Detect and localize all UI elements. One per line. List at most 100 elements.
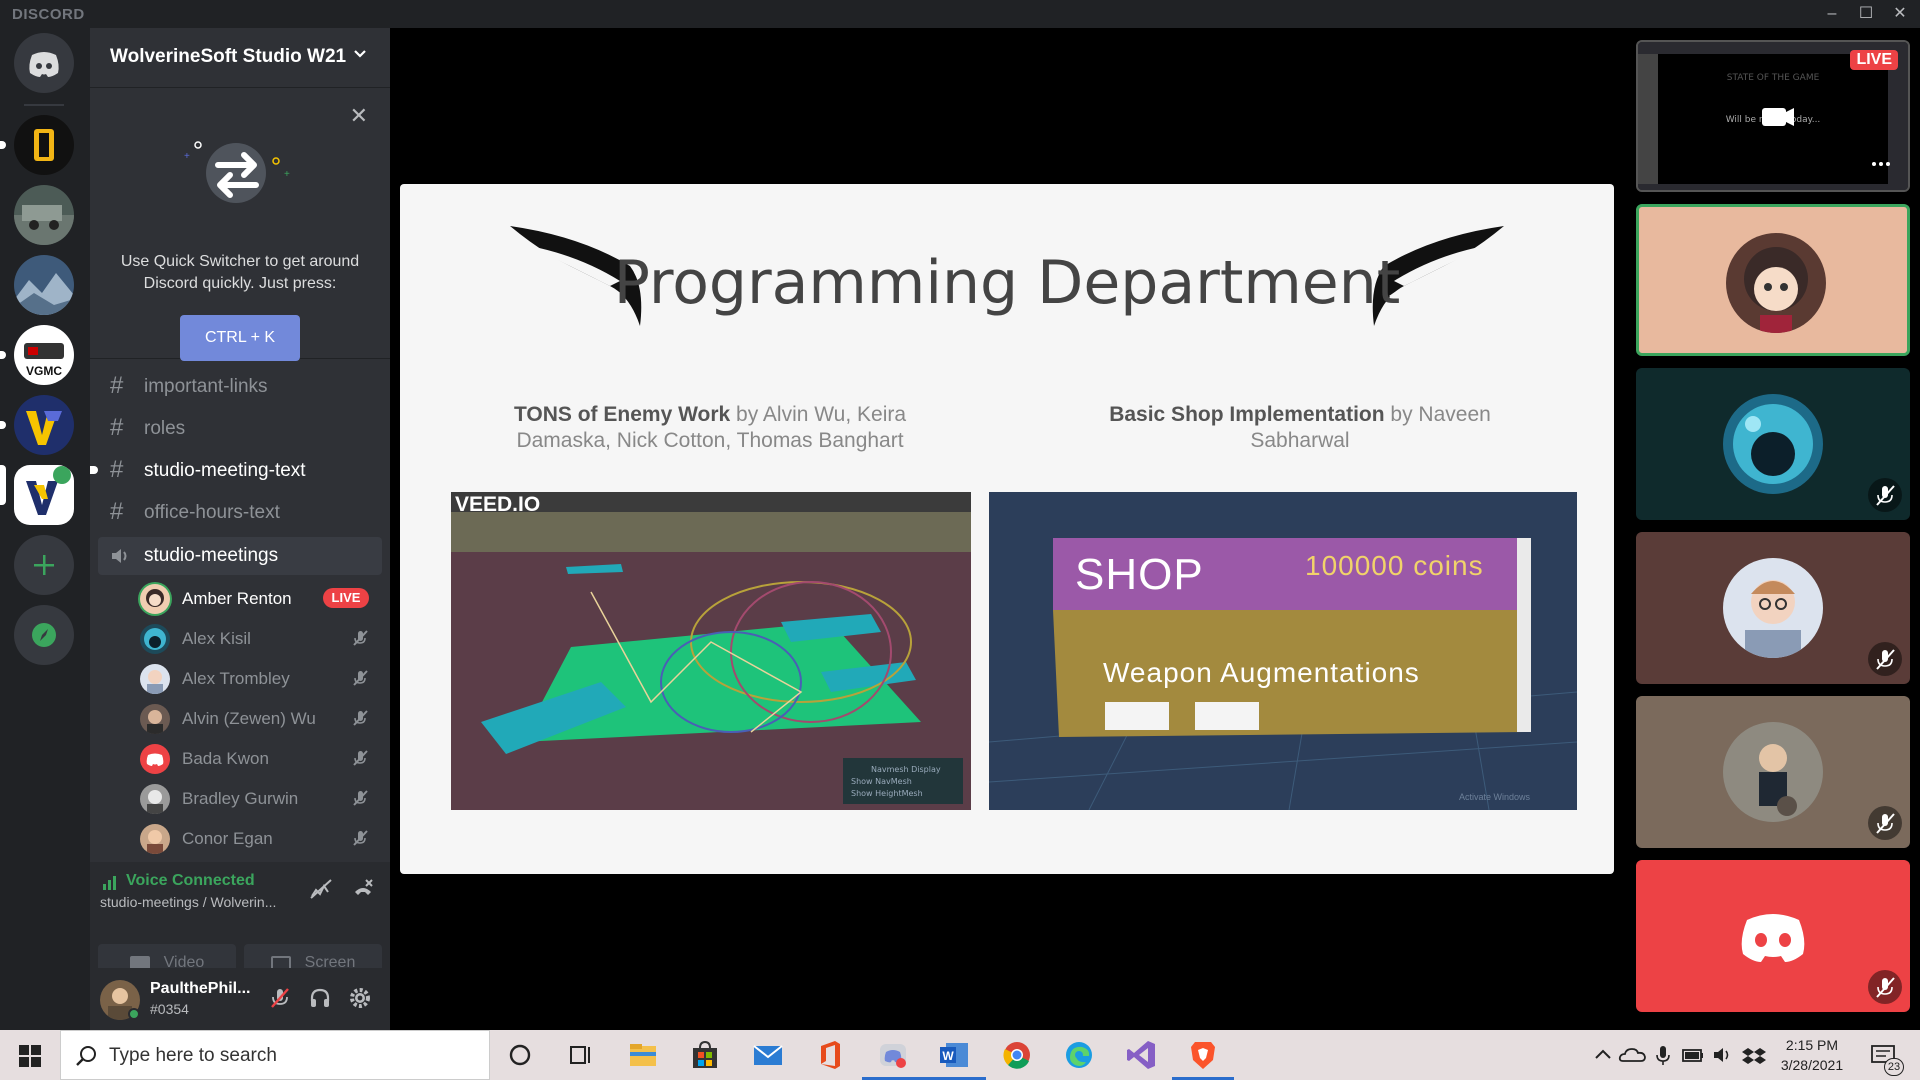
- voice-member[interactable]: Bradley Gurwin: [140, 780, 380, 816]
- avatar: [1723, 394, 1823, 494]
- task-view-icon[interactable]: [564, 1038, 598, 1072]
- explore-servers-button[interactable]: [14, 605, 74, 665]
- noise-suppression-icon[interactable]: [308, 876, 334, 902]
- avatar: [1726, 233, 1826, 333]
- voice-member[interactable]: Bada Kwon: [140, 740, 380, 776]
- voice-member[interactable]: Alex Kisil: [140, 620, 380, 656]
- unread-indicator: [0, 141, 6, 149]
- title-bar: DISCORD – ☐ ✕: [0, 0, 1920, 28]
- maximize-button[interactable]: ☐: [1852, 3, 1880, 25]
- taskbar-search[interactable]: Type here to search: [60, 1030, 490, 1080]
- shop-scene-image: [989, 538, 1577, 810]
- participant-tiles: STATE OF THE GAME Will be rele... today.…: [1636, 28, 1920, 1030]
- muted-mic-icon: [353, 630, 368, 646]
- chrome-icon[interactable]: [1000, 1038, 1034, 1072]
- chevron-up-icon[interactable]: [1586, 1038, 1620, 1072]
- cortana-icon[interactable]: [503, 1038, 537, 1072]
- voice-channel-studio-meetings[interactable]: studio-meetings: [98, 537, 382, 575]
- avatar: [1723, 722, 1823, 822]
- microsoft-store-icon[interactable]: [688, 1038, 722, 1072]
- home-button[interactable]: [14, 33, 74, 93]
- channel-office-hours-text[interactable]: # office-hours-text: [98, 494, 382, 532]
- gear-icon[interactable]: [348, 986, 372, 1010]
- voice-member[interactable]: Alex Trombley: [140, 660, 380, 696]
- headphones-icon[interactable]: [308, 986, 332, 1010]
- word-icon[interactable]: W: [938, 1038, 972, 1072]
- quick-switcher-shortcut-button[interactable]: CTRL + K: [180, 315, 300, 361]
- discord-logo-icon: [29, 52, 59, 77]
- muted-mic-icon: [353, 710, 368, 726]
- voice-member[interactable]: Alvin (Zewen) Wu: [140, 700, 380, 736]
- channel-roles[interactable]: # roles: [98, 410, 382, 448]
- muted-mic-icon[interactable]: [268, 986, 292, 1010]
- muted-mic-icon: [353, 670, 368, 686]
- discord-logo-icon: [1741, 914, 1805, 962]
- shop-coins: 100000 coins: [1305, 550, 1484, 581]
- signal-strength-icon[interactable]: [102, 874, 120, 890]
- windows-logo-icon: [19, 1045, 41, 1067]
- muted-mic-icon: [353, 830, 368, 846]
- participant-tile-speaking[interactable]: [1636, 204, 1910, 356]
- participant-tile[interactable]: [1636, 368, 1910, 520]
- server-icon-1[interactable]: [14, 115, 74, 175]
- server-name: WolverineSoft Studio W21: [110, 46, 347, 67]
- avatar: [140, 784, 170, 814]
- compass-icon: [32, 623, 56, 647]
- participant-tile[interactable]: [1636, 696, 1910, 848]
- speaker-icon: [112, 549, 127, 563]
- avatar: [140, 744, 170, 774]
- channel-studio-meeting-text[interactable]: # studio-meeting-text: [90, 452, 382, 490]
- taskbar-clock[interactable]: 2:15 PM 3/28/2021: [1762, 1035, 1862, 1075]
- file-explorer-icon[interactable]: [626, 1038, 660, 1072]
- voice-member[interactable]: Conor Egan: [140, 820, 380, 856]
- channel-sidebar: WolverineSoft Studio W21 ✕ + + Use Quick…: [90, 28, 390, 1030]
- add-server-button[interactable]: [14, 535, 74, 595]
- right-project-title: Basic Shop Implementation: [1109, 403, 1385, 426]
- veed-watermark: VEED.IO: [455, 493, 541, 516]
- participant-tile[interactable]: [1636, 860, 1910, 1012]
- onedrive-icon[interactable]: [1616, 1038, 1650, 1072]
- minimize-button[interactable]: –: [1818, 3, 1846, 25]
- participant-tile[interactable]: [1636, 532, 1910, 684]
- server-header[interactable]: WolverineSoft Studio W21: [90, 28, 390, 88]
- server-icon-wolverinesoft-studio[interactable]: [14, 465, 74, 525]
- left-project-title: TONS of Enemy Work: [513, 403, 731, 426]
- slide-title: Programming Department: [613, 248, 1401, 318]
- windows-taskbar: Type here to search W 2:15 PM 3/28/2021 …: [0, 1030, 1920, 1080]
- edge-icon[interactable]: [1062, 1038, 1096, 1072]
- server-icon-2[interactable]: [14, 185, 74, 245]
- voice-location[interactable]: studio-meetings / Wolverin...: [100, 894, 276, 910]
- clock-time: 2:15 PM: [1785, 1037, 1839, 1053]
- visual-studio-icon[interactable]: [1124, 1038, 1158, 1072]
- voice-member[interactable]: Amber Renton LIVE: [140, 580, 380, 616]
- stream-stage[interactable]: Programming Department TONS of Enemy Wor…: [390, 28, 1636, 1030]
- start-button[interactable]: [0, 1030, 60, 1080]
- close-icon[interactable]: ✕: [350, 103, 368, 129]
- channel-important-links[interactable]: # important-links: [98, 368, 382, 406]
- avatar: [140, 624, 170, 654]
- app-brand: DISCORD: [12, 6, 85, 23]
- stream-preview-tile[interactable]: STATE OF THE GAME Will be rele... today.…: [1636, 40, 1910, 192]
- discord-taskbar-icon[interactable]: [876, 1038, 910, 1072]
- disconnect-icon[interactable]: [350, 876, 376, 902]
- server-icon-wolverinesoft[interactable]: [14, 395, 74, 455]
- brave-icon[interactable]: [1186, 1038, 1220, 1072]
- avatar: [140, 704, 170, 734]
- microphone-icon[interactable]: [1646, 1038, 1680, 1072]
- battery-icon[interactable]: [1676, 1038, 1710, 1072]
- search-placeholder: Type here to search: [109, 1045, 277, 1066]
- enemy-work-screenshot: Navmesh Display Show NavMesh Show Height…: [451, 492, 971, 810]
- close-window-button[interactable]: ✕: [1886, 3, 1914, 25]
- office-icon[interactable]: [813, 1038, 847, 1072]
- server-icon-vgmc[interactable]: VGMC: [14, 325, 74, 385]
- mail-icon[interactable]: [751, 1038, 785, 1072]
- svg-text:VGMC: VGMC: [26, 364, 62, 378]
- muted-mic-icon: [1868, 970, 1902, 1004]
- channel-name: studio-meeting-text: [144, 460, 306, 481]
- server-icon-3[interactable]: [14, 255, 74, 315]
- voice-status[interactable]: Voice Connected: [126, 872, 255, 890]
- selected-server-indicator: [0, 465, 6, 505]
- channel-name: office-hours-text: [144, 502, 280, 523]
- volume-icon[interactable]: [1706, 1038, 1740, 1072]
- avatar: [140, 664, 170, 694]
